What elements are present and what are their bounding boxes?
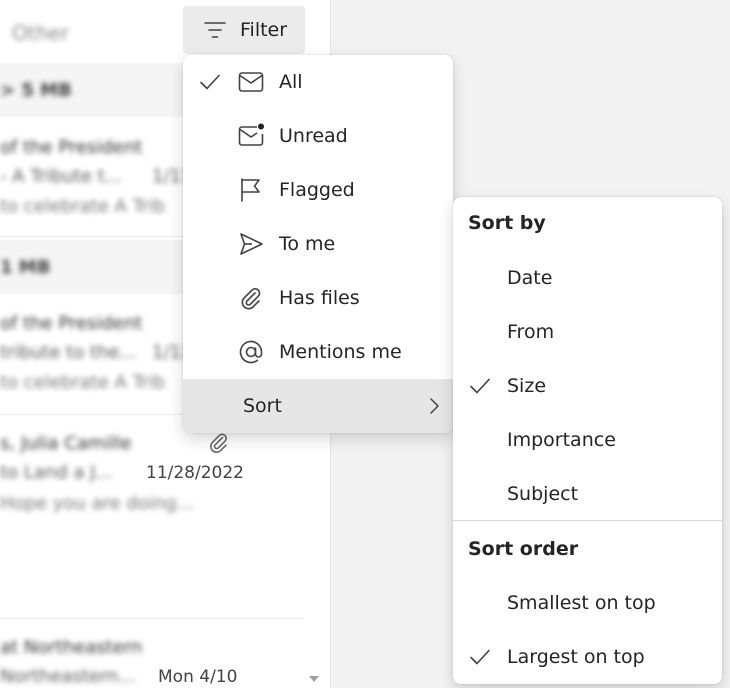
flag-icon: [238, 177, 264, 203]
filter-button-label: Filter: [240, 19, 288, 41]
scroll-down-arrow-icon[interactable]: [309, 676, 319, 682]
group-header[interactable]: > 5 MB: [0, 80, 72, 101]
filter-option-mentions-me[interactable]: Mentions me: [183, 325, 453, 379]
row-separator: [0, 618, 304, 619]
filter-option-label: All: [279, 71, 303, 93]
email-sender: of the President: [0, 137, 143, 158]
chevron-right-icon: [425, 397, 443, 415]
filter-option-label: Unread: [279, 125, 348, 147]
sort-option-label: From: [507, 321, 555, 343]
email-preview: to celebrate A Trib: [0, 372, 165, 393]
sort-submenu-item[interactable]: Sort: [183, 379, 453, 433]
filter-lines-icon: [204, 21, 226, 39]
filter-option-unread[interactable]: Unread: [183, 109, 453, 163]
envelope-unread-icon: [238, 123, 264, 149]
group-header[interactable]: 1 MB: [0, 257, 50, 278]
email-preview: to celebrate A Trib: [0, 196, 165, 217]
sort-option-label: Subject: [507, 483, 579, 505]
sort-order-largest-on-top[interactable]: Largest on top: [453, 630, 722, 684]
filter-option-label: Has files: [279, 287, 360, 309]
email-subject: tribute to the...: [0, 342, 137, 363]
filter-option-label: To me: [279, 233, 336, 255]
envelope-icon: [238, 69, 264, 95]
menu-divider: [453, 520, 722, 521]
email-date: Mon 4/10: [158, 667, 238, 687]
email-sender: s, Julia Camille: [0, 433, 132, 454]
email-sender: of the President: [0, 313, 143, 334]
sort-option-label: Size: [507, 375, 547, 397]
tab-other[interactable]: Other: [12, 21, 69, 45]
filter-menu: All Unread Flagged To me Has files Menti…: [183, 55, 453, 433]
send-icon: [238, 231, 264, 257]
email-sender: at Northeastern: [0, 637, 143, 658]
sort-menu: Sort by Date From Size Importance Subjec…: [453, 197, 722, 684]
email-preview: Hope you are doing...: [0, 493, 194, 514]
filter-option-label: Mentions me: [279, 341, 402, 363]
sort-item-label: Sort: [243, 395, 282, 417]
filter-option-has-files[interactable]: Has files: [183, 271, 453, 325]
checkmark-icon: [199, 71, 221, 93]
sort-by-header: Sort by: [468, 212, 546, 234]
sort-order-smallest-on-top[interactable]: Smallest on top: [453, 576, 722, 630]
filter-option-all[interactable]: All: [183, 55, 453, 109]
sort-option-label: Importance: [507, 429, 616, 451]
email-date: 11/28/2022: [146, 463, 244, 483]
sort-order-header: Sort order: [468, 538, 579, 560]
email-subject: - A Tribute t...: [0, 166, 122, 187]
sort-by-date[interactable]: Date: [453, 251, 722, 305]
sort-option-label: Largest on top: [507, 646, 645, 668]
sort-by-size[interactable]: Size: [453, 359, 722, 413]
email-subject: to Land a J...: [0, 462, 113, 483]
filter-option-flagged[interactable]: Flagged: [183, 163, 453, 217]
filter-button[interactable]: Filter: [183, 6, 305, 54]
checkmark-icon: [469, 646, 491, 668]
sort-by-importance[interactable]: Importance: [453, 413, 722, 467]
checkmark-icon: [469, 375, 491, 397]
sort-by-subject[interactable]: Subject: [453, 467, 722, 521]
sort-option-label: Date: [507, 267, 553, 289]
filter-option-label: Flagged: [279, 179, 355, 201]
filter-option-to-me[interactable]: To me: [183, 217, 453, 271]
sort-option-label: Smallest on top: [507, 592, 656, 614]
paperclip-icon: [238, 285, 264, 311]
sort-by-from[interactable]: From: [453, 305, 722, 359]
attachment-icon: [206, 430, 230, 454]
at-sign-icon: [238, 339, 264, 365]
email-subject: Northeastern...: [0, 666, 136, 687]
